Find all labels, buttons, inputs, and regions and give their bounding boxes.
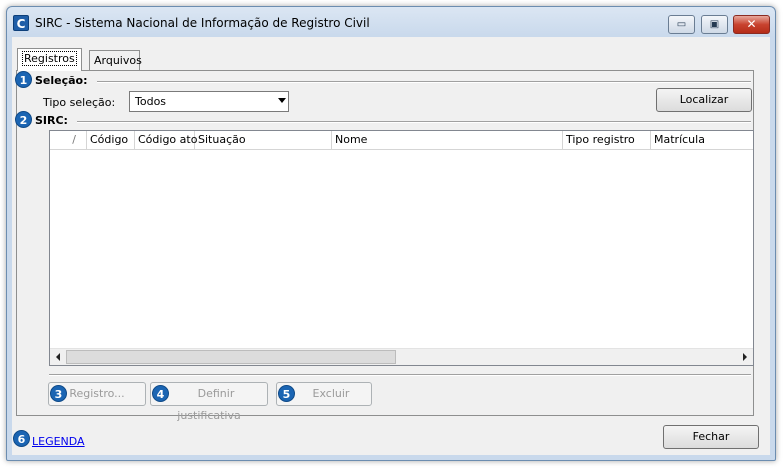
close-button[interactable]: ✕ xyxy=(733,15,770,34)
col-header-codigo-ato[interactable]: Código ato xyxy=(135,131,197,150)
scroll-right-icon[interactable] xyxy=(743,353,747,361)
col-header-tipo-registro[interactable]: Tipo registro xyxy=(563,131,651,150)
legenda-link[interactable]: LEGENDA xyxy=(32,435,85,448)
fechar-button-label: Fechar xyxy=(692,430,730,443)
localizar-button-label: Localizar xyxy=(679,93,729,106)
tipo-selecao-dropdown[interactable]: Todos xyxy=(129,91,289,112)
maximize-button[interactable]: ▣ xyxy=(701,15,728,34)
window-title: SIRC - Sistema Nacional de Informação de… xyxy=(35,16,370,30)
selecao-group-label: Seleção: xyxy=(35,74,88,87)
window-client-area: Registros Arquivos 1 Seleção: Tipo seleç… xyxy=(12,37,770,455)
badge-2: 2 xyxy=(15,111,32,128)
badge-4: 4 xyxy=(152,385,169,402)
badge-1: 1 xyxy=(15,71,32,88)
sirc-separator xyxy=(77,121,751,123)
chevron-down-icon xyxy=(278,98,286,103)
tab-registros[interactable]: Registros xyxy=(17,48,82,71)
grid-header: / Código Código ato Situação Nome Tipo r… xyxy=(50,131,753,150)
badge-6: 6 xyxy=(13,430,30,447)
badge-5: 5 xyxy=(278,385,295,402)
actions-separator xyxy=(49,374,751,376)
selecao-separator xyxy=(97,81,751,83)
scrollbar-thumb[interactable] xyxy=(66,350,396,364)
title-bar[interactable]: C SIRC - Sistema Nacional de Informação … xyxy=(7,7,775,37)
col-header-nome[interactable]: Nome xyxy=(332,131,563,150)
registro-button-label: Registro... xyxy=(69,387,125,400)
localizar-button[interactable]: Localizar xyxy=(656,88,752,112)
col-header-matricula[interactable]: Matrícula xyxy=(651,131,753,150)
app-icon: C xyxy=(13,15,29,31)
fechar-button[interactable]: Fechar xyxy=(663,425,759,449)
tab-registros-label: Registros xyxy=(22,51,77,66)
col-header-codigo[interactable]: Código xyxy=(87,131,135,150)
badge-3: 3 xyxy=(50,385,67,402)
horizontal-scrollbar[interactable] xyxy=(50,348,753,365)
tab-arquivos[interactable]: Arquivos xyxy=(89,50,142,71)
sort-indicator-icon[interactable]: / xyxy=(50,131,87,150)
registros-panel: 1 Seleção: Tipo seleção: Todos Localizar… xyxy=(15,70,754,422)
definir-justificativa-label: Definir justificativa xyxy=(177,387,241,422)
excluir-button-label: Excluir xyxy=(312,387,350,400)
sirc-group-label: SIRC: xyxy=(35,114,68,127)
scroll-left-icon[interactable] xyxy=(56,353,60,361)
tipo-selecao-value: Todos xyxy=(135,95,167,108)
minimize-button[interactable]: ▭ xyxy=(668,15,695,34)
tab-arquivos-label: Arquivos xyxy=(94,54,142,67)
tipo-selecao-label: Tipo seleção: xyxy=(43,96,116,109)
sirc-window: C SIRC - Sistema Nacional de Informação … xyxy=(6,6,776,461)
sirc-grid[interactable]: / Código Código ato Situação Nome Tipo r… xyxy=(49,130,754,366)
col-header-situacao[interactable]: Situação xyxy=(195,131,332,150)
